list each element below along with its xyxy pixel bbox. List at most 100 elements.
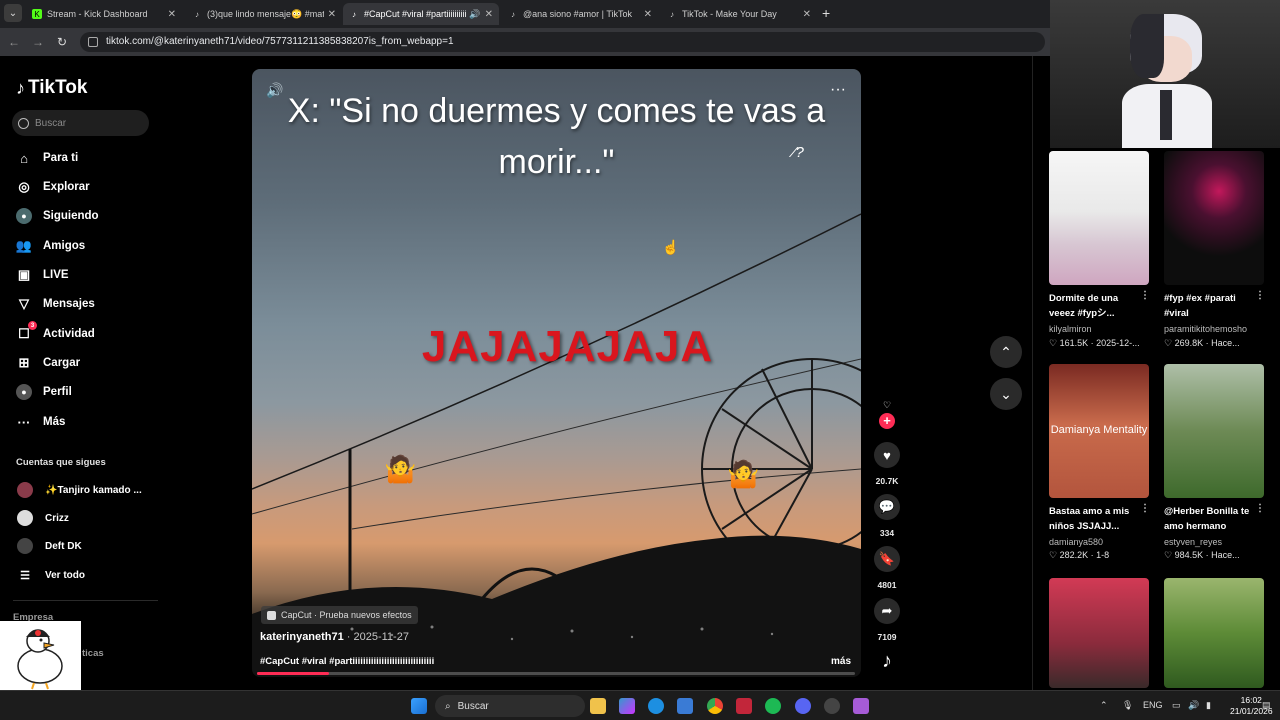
- video-thumbnail[interactable]: [1164, 364, 1264, 498]
- battery-icon[interactable]: ▮: [1206, 700, 1211, 711]
- following-name: ✨Tanjiro kamado ...: [45, 484, 142, 496]
- video-player[interactable]: X: "Si no duermes y comes te vas a morir…: [252, 69, 861, 677]
- close-icon[interactable]: ✕: [328, 9, 336, 20]
- site-info-icon[interactable]: [88, 37, 98, 47]
- close-icon[interactable]: ✕: [803, 9, 811, 20]
- nav-siguiendo[interactable]: ● Siguiendo: [16, 205, 99, 227]
- valorant-icon[interactable]: [736, 698, 752, 714]
- store-icon[interactable]: [677, 698, 693, 714]
- previous-video-button[interactable]: ⌃: [990, 336, 1022, 368]
- divider: [1032, 56, 1033, 690]
- reload-icon[interactable]: ↻: [54, 34, 70, 50]
- tiktok-logo-text: TikTok: [28, 77, 88, 98]
- video-thumbnail[interactable]: [1164, 151, 1264, 285]
- share-button[interactable]: ➦: [874, 598, 900, 624]
- copilot-icon[interactable]: [619, 698, 635, 714]
- comment-button[interactable]: 💬: [874, 494, 900, 520]
- tab-tiktok-home[interactable]: ♪ TikTok - Make Your Day ✕: [661, 3, 817, 25]
- thumb-title[interactable]: Dormite de una veeez #fypシ...: [1049, 291, 1144, 321]
- more-icon[interactable]: ⋮: [1255, 290, 1265, 301]
- kick-icon: K: [32, 9, 42, 19]
- thumb-title[interactable]: Bastaa amo a mis niños JSJAJJ...: [1049, 504, 1144, 534]
- nav-live[interactable]: ▣ LIVE: [16, 264, 69, 286]
- tab-search-icon[interactable]: ⌄: [4, 4, 22, 22]
- edge-icon[interactable]: [648, 698, 664, 714]
- footer-link[interactable]: ticas: [82, 648, 104, 659]
- capcut-effect-chip[interactable]: CapCut · Prueba nuevos efectos: [261, 606, 418, 624]
- author-name: katerinyaneth71: [260, 631, 344, 643]
- next-video-button[interactable]: ⌄: [990, 378, 1022, 410]
- file-explorer-icon[interactable]: [590, 698, 606, 714]
- windows-start-icon[interactable]: [411, 698, 427, 714]
- tab-label: TikTok - Make Your Day: [682, 9, 777, 19]
- obs-icon[interactable]: [824, 698, 840, 714]
- tiktok-logo[interactable]: ♪ TikTok: [16, 77, 87, 99]
- close-icon[interactable]: ✕: [168, 9, 176, 20]
- bookmark-icon: 🔖: [878, 551, 896, 566]
- new-tab-icon[interactable]: +: [822, 5, 830, 21]
- thumb-title[interactable]: #fyp #ex #parati #viral: [1164, 291, 1259, 321]
- nav-amigos[interactable]: 👥 Amigos: [16, 235, 85, 257]
- more-icon[interactable]: ⋮: [1140, 290, 1150, 301]
- following-item[interactable]: Crizz: [17, 509, 69, 527]
- avatar-hair-dark: [1130, 14, 1164, 78]
- thumb-title[interactable]: @Herber Bonilla te amo hermano: [1164, 504, 1259, 534]
- volume-icon[interactable]: 🔊: [1188, 700, 1199, 711]
- tab-kick-dashboard[interactable]: K Stream - Kick Dashboard ✕: [26, 3, 182, 25]
- caption-more-button[interactable]: más: [831, 656, 851, 667]
- video-thumbnail[interactable]: [1049, 578, 1149, 688]
- video-caption[interactable]: #CapCut #viral #partiiiiiiiiiiiiiiiiiiii…: [260, 656, 434, 667]
- tab-capcut-video[interactable]: ♪ #CapCut #viral #partiiiiiiiiii 🔊 ✕: [343, 3, 499, 25]
- close-icon[interactable]: ✕: [485, 9, 493, 20]
- more-icon[interactable]: ⋮: [1140, 503, 1150, 514]
- thumb-user[interactable]: damianya580: [1049, 537, 1103, 547]
- video-thumbnail[interactable]: [1049, 151, 1149, 285]
- speaker-icon[interactable]: 🔊: [469, 9, 480, 20]
- nav-mensajes[interactable]: ▽ Mensajes: [16, 293, 95, 315]
- tiktok-icon: ♪: [670, 9, 674, 19]
- chrome-icon[interactable]: [707, 698, 723, 714]
- url-field[interactable]: tiktok.com/@katerinyaneth71/video/757731…: [80, 32, 1045, 52]
- upload-icon: ⊞: [18, 355, 30, 370]
- notifications-icon[interactable]: ▤: [1262, 700, 1271, 711]
- language-indicator[interactable]: ENG: [1143, 700, 1163, 710]
- volume-icon[interactable]: 🔊: [266, 82, 283, 99]
- back-icon[interactable]: ←: [6, 34, 22, 50]
- tiktok-music-icon[interactable]: ♪: [875, 650, 899, 674]
- tab-tiktok-mensaje[interactable]: ♪ (3)que lindo mensaje😳 #matu ✕: [186, 3, 342, 25]
- like-button[interactable]: ♥: [874, 442, 900, 468]
- thumb-user[interactable]: estyven_reyes: [1164, 537, 1222, 547]
- video-thumbnail[interactable]: Damianya Mentality: [1049, 364, 1149, 498]
- tray-chevron-icon[interactable]: ⌃: [1100, 700, 1108, 711]
- search-input[interactable]: Buscar: [12, 110, 149, 136]
- taskbar-search[interactable]: ⌕ Buscar: [435, 695, 585, 717]
- app-icon[interactable]: [853, 698, 869, 714]
- save-button[interactable]: 🔖: [874, 546, 900, 572]
- follow-plus-button[interactable]: +: [879, 413, 895, 429]
- thumb-user[interactable]: paramitikitohemosho: [1164, 324, 1247, 334]
- tab-ana-siono[interactable]: ♪ @ana siono #amor | TikTok ✕: [502, 3, 658, 25]
- thumb-user[interactable]: kilyalmiron: [1049, 324, 1092, 334]
- more-options-icon[interactable]: ···: [830, 81, 846, 99]
- network-icon[interactable]: ▭: [1172, 700, 1181, 711]
- nav-actividad[interactable]: ☐ 3 Actividad: [16, 321, 95, 345]
- nav-mas[interactable]: ··· Más: [16, 411, 66, 433]
- nav-perfil[interactable]: ● Perfil: [16, 381, 72, 403]
- video-progress-bar[interactable]: [257, 672, 855, 675]
- see-all-link[interactable]: ☰ Ver todo: [17, 566, 85, 584]
- close-icon[interactable]: ✕: [644, 9, 652, 20]
- microphone-icon[interactable]: 🎙: [1122, 700, 1133, 711]
- video-thumbnail[interactable]: [1164, 578, 1264, 688]
- address-bar-row: ← → ↻ tiktok.com/@katerinyaneth71/video/…: [0, 28, 1050, 56]
- forward-icon[interactable]: →: [30, 34, 46, 50]
- nav-para-ti[interactable]: ⌂ Para ti: [16, 147, 78, 169]
- more-icon[interactable]: ⋮: [1255, 503, 1265, 514]
- nav-cargar[interactable]: ⊞ Cargar: [16, 352, 81, 374]
- following-item[interactable]: Deft DK: [17, 537, 82, 555]
- nav-explorar[interactable]: ◎ Explorar: [16, 176, 89, 198]
- video-author[interactable]: katerinyaneth71 · 2025-11-27: [260, 631, 409, 643]
- following-item[interactable]: ✨Tanjiro kamado ...: [17, 481, 142, 499]
- capcut-label: CapCut · Prueba nuevos efectos: [281, 610, 412, 620]
- discord-icon[interactable]: [795, 698, 811, 714]
- spotify-icon[interactable]: [765, 698, 781, 714]
